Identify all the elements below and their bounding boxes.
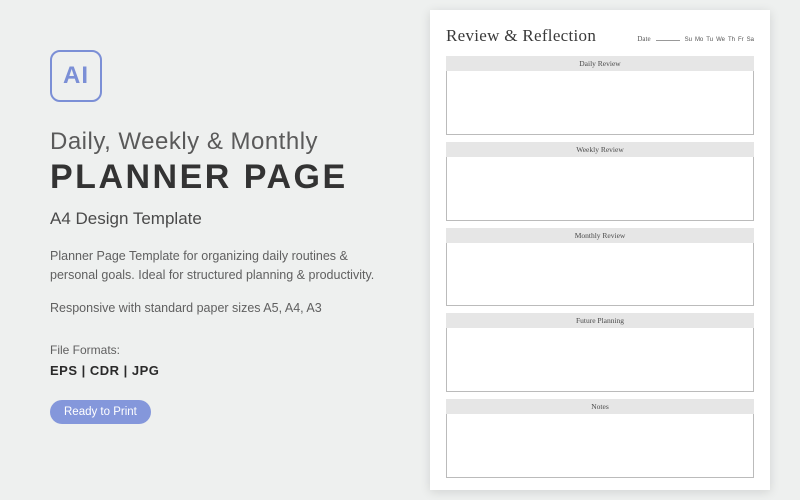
logo-box: AI [50, 50, 102, 102]
file-formats-value: EPS | CDR | JPG [50, 363, 390, 378]
logo-text: AI [63, 62, 89, 90]
subtitle: A4 Design Template [50, 209, 390, 229]
planner-page: Review & Reflection Date Su Mo Tu We Th … [430, 10, 770, 490]
date-area: Date Su Mo Tu We Th Fr Sa [637, 35, 754, 43]
section-daily-review: Daily Review [446, 56, 754, 135]
section-title: Monthly Review [446, 228, 754, 243]
day-mo: Mo [695, 37, 703, 43]
day-we: We [716, 37, 725, 43]
section-title: Weekly Review [446, 142, 754, 157]
date-label: Date [637, 35, 650, 43]
preview-panel: Review & Reflection Date Su Mo Tu We Th … [420, 0, 800, 500]
date-line [656, 35, 680, 41]
day-fr: Fr [738, 37, 744, 43]
section-body [446, 328, 754, 392]
section-body [446, 414, 754, 478]
heading-line1: Daily, Weekly & Monthly [50, 128, 390, 156]
promo-panel: AI Daily, Weekly & Monthly PLANNER PAGE … [0, 0, 420, 500]
heading-line2: PLANNER PAGE [50, 158, 390, 197]
day-su: Su [685, 37, 692, 43]
weekday-labels: Su Mo Tu We Th Fr Sa [685, 37, 754, 43]
page-title: Review & Reflection [446, 26, 596, 46]
file-formats-label: File Formats: [50, 343, 390, 357]
section-monthly-review: Monthly Review [446, 228, 754, 307]
section-body [446, 157, 754, 221]
page-header: Review & Reflection Date Su Mo Tu We Th … [446, 26, 754, 46]
section-body [446, 243, 754, 307]
section-title: Future Planning [446, 313, 754, 328]
section-title: Daily Review [446, 56, 754, 71]
day-sa: Sa [747, 37, 754, 43]
day-tu: Tu [706, 37, 713, 43]
section-body [446, 71, 754, 135]
section-title: Notes [446, 399, 754, 414]
section-weekly-review: Weekly Review [446, 142, 754, 221]
section-future-planning: Future Planning [446, 313, 754, 392]
ready-to-print-badge: Ready to Print [50, 400, 151, 424]
section-notes: Notes [446, 399, 754, 478]
day-th: Th [728, 37, 735, 43]
responsive-note: Responsive with standard paper sizes A5,… [50, 301, 390, 315]
description: Planner Page Template for organizing dai… [50, 247, 390, 285]
